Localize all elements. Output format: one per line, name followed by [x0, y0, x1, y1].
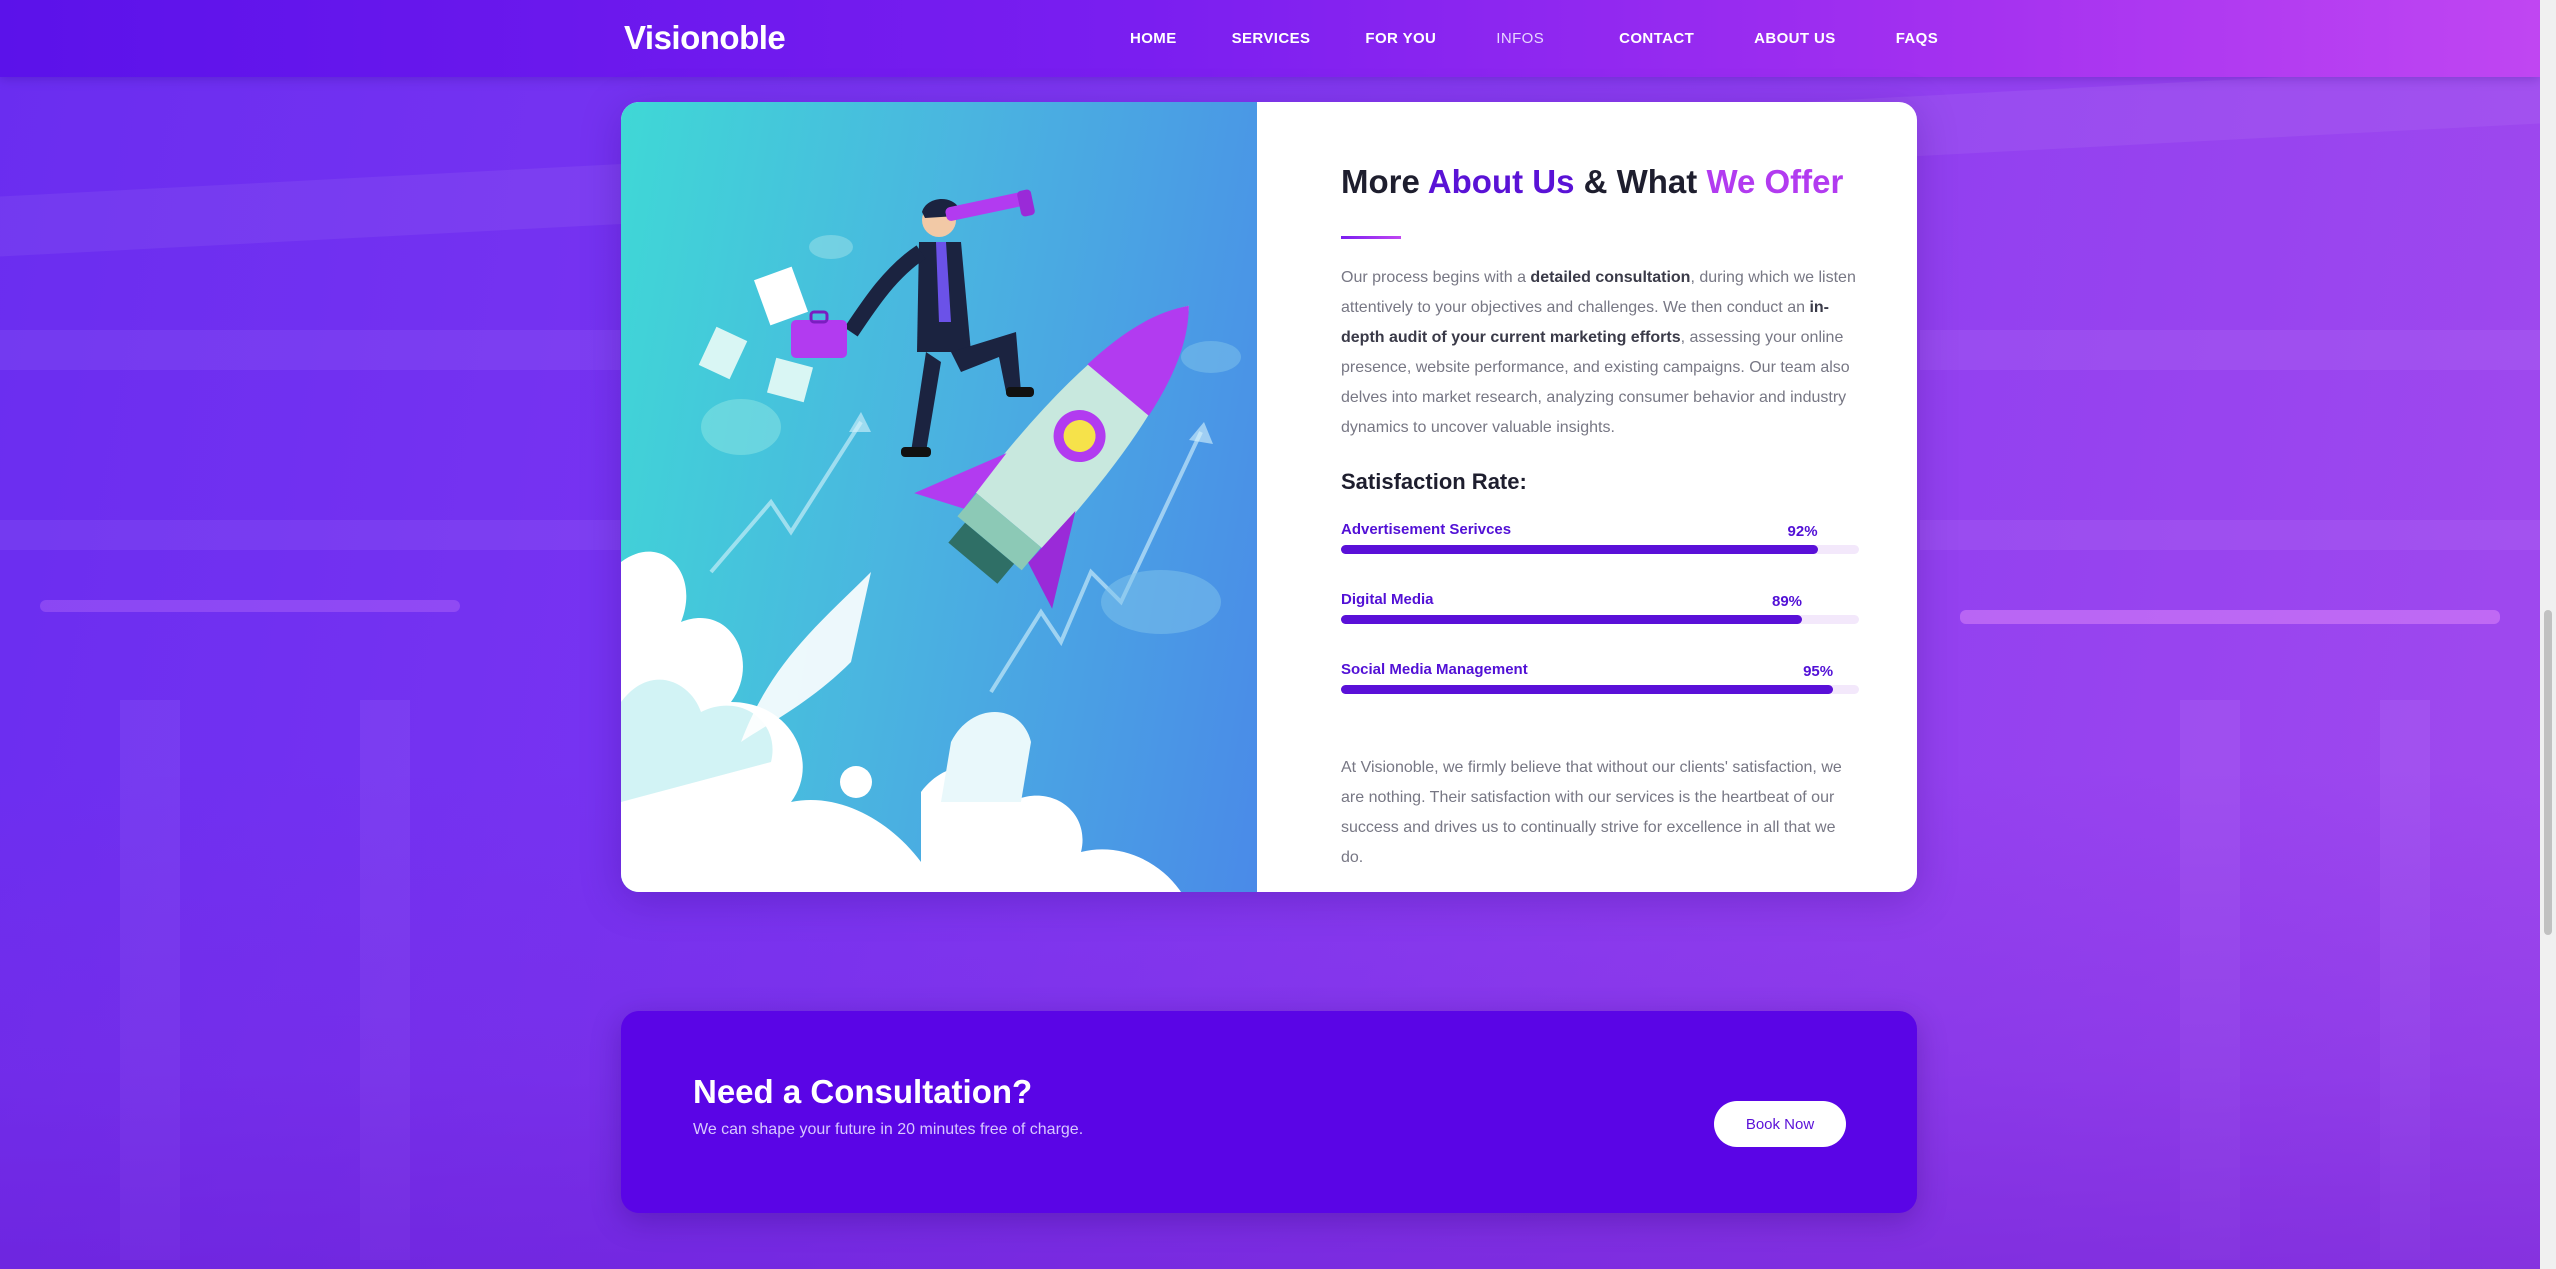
bar-percent: 92%	[1787, 522, 1818, 540]
intro-paragraph: Our process begins with a detailed consu…	[1341, 263, 1861, 443]
bar-label: Advertisement Serivces	[1341, 520, 1512, 538]
progress-bar-digital-media: Digital Media 89%	[1341, 591, 1861, 661]
nav-for-you[interactable]: FOR YOU	[1365, 30, 1436, 47]
progress-bar-advertisement: Advertisement Serivces 92%	[1341, 521, 1861, 591]
bar-label: Social Media Management	[1341, 660, 1528, 678]
bar-fill	[1341, 544, 1818, 554]
closing-paragraph: At Visionoble, we firmly believe that wi…	[1341, 758, 1842, 866]
rocket-businessman-image	[621, 189, 1241, 892]
nav-links: HOME SERVICES FOR YOU INFOS CONTACT ABOU…	[1120, 0, 1938, 77]
heading-highlight-we-offer: We Offer	[1706, 163, 1844, 200]
about-card: More About Us & What We Offer Our proces…	[621, 102, 1917, 892]
heading-highlight-about-us: About Us	[1427, 163, 1575, 200]
about-content: More About Us & What We Offer Our proces…	[1341, 162, 1861, 873]
consultation-title: Need a Consultation?	[693, 1073, 1032, 1111]
nav-infos[interactable]: INFOS	[1496, 30, 1544, 47]
top-navbar: Visionoble HOME SERVICES FOR YOU INFOS C…	[0, 0, 2540, 77]
book-now-button[interactable]: Book Now	[1714, 1101, 1846, 1147]
bar-fill	[1341, 614, 1803, 624]
intro-bold-1: detailed consultation	[1530, 268, 1691, 286]
about-heading: More About Us & What We Offer	[1341, 162, 1861, 202]
consultation-subtitle: We can shape your future in 20 minutes f…	[693, 1121, 1084, 1138]
heading-divider	[1341, 235, 1401, 239]
progress-bar-social-media: Social Media Management 95%	[1341, 661, 1861, 731]
bar-percent: 95%	[1803, 662, 1834, 680]
page-scrollbar[interactable]	[2540, 0, 2556, 1269]
heading-part2: & What	[1574, 163, 1707, 200]
nav-contact[interactable]: CONTACT	[1619, 30, 1694, 47]
cta-title-part2: Consultation?	[810, 1073, 1033, 1110]
bar-track	[1341, 614, 1859, 624]
cta-title-part1: Need a	[693, 1073, 811, 1110]
logo-text: Visionoble	[624, 19, 786, 56]
rocket-illustration	[621, 102, 1257, 892]
logo[interactable]: Visionoble	[624, 16, 786, 60]
bar-fill	[1341, 684, 1834, 694]
satisfaction-bars: Advertisement Serivces 92% Digital Media…	[1341, 521, 1861, 731]
consultation-banner: Need a Consultation? We can shape your f…	[621, 1011, 1917, 1213]
scrollbar-thumb[interactable]	[2544, 610, 2552, 935]
bar-track	[1341, 684, 1859, 694]
nav-services[interactable]: SERVICES	[1232, 30, 1311, 47]
nav-faqs[interactable]: FAQS	[1896, 30, 1938, 47]
bar-label: Digital Media	[1341, 590, 1434, 608]
nav-home[interactable]: HOME	[1130, 30, 1177, 47]
nav-about-us[interactable]: ABOUT US	[1754, 30, 1836, 47]
bar-track	[1341, 544, 1859, 554]
bar-percent: 89%	[1771, 592, 1803, 610]
intro-text-1: Our process begins with a	[1341, 268, 1531, 286]
heading-part1: More	[1341, 163, 1428, 200]
satisfaction-title: Satisfaction Rate:	[1341, 468, 1527, 494]
